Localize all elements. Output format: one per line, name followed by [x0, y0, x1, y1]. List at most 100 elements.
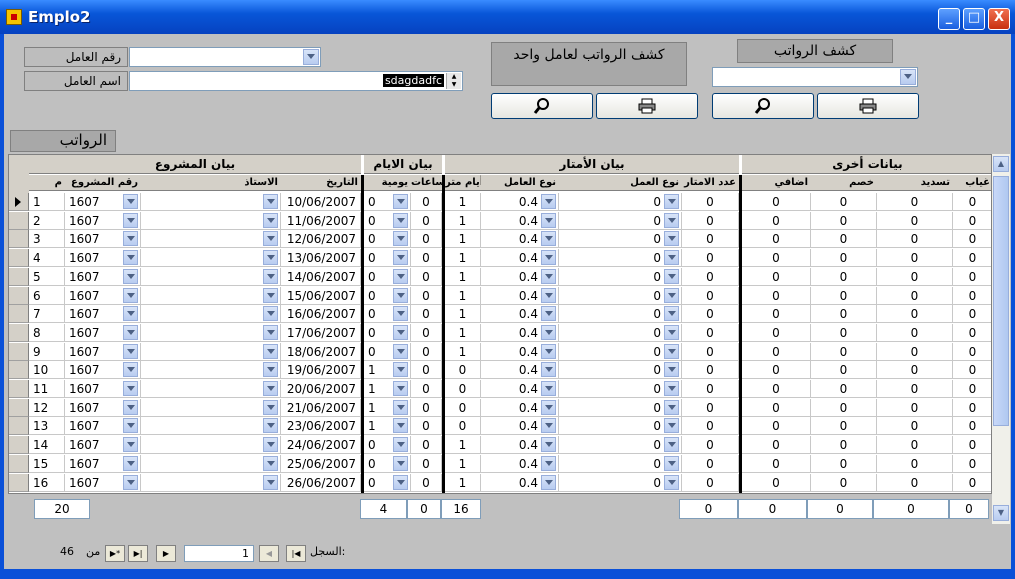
cell-absence[interactable]: 0 [953, 343, 991, 361]
chevron-down-icon[interactable] [123, 418, 138, 434]
cell-worker-type[interactable]: 0.4 [481, 211, 559, 230]
cell-date[interactable]: 21/06/2007 [281, 398, 361, 417]
chevron-down-icon[interactable] [263, 324, 278, 340]
cell-project-no[interactable]: 1607 [65, 342, 141, 361]
cell-absence[interactable]: 0 [953, 193, 991, 211]
cell-hours[interactable]: 0 [411, 286, 442, 305]
cell-num[interactable]: 13 [29, 417, 65, 436]
cell-payment[interactable]: 0 [877, 267, 953, 286]
next-record-icon[interactable]: ▶ [156, 545, 176, 562]
record-selector[interactable] [9, 436, 29, 455]
chevron-down-icon[interactable] [123, 362, 138, 378]
chevron-down-icon[interactable] [541, 381, 556, 396]
cell-hours[interactable]: 0 [411, 361, 442, 380]
cell-meter-days[interactable]: 0 [445, 380, 481, 398]
cell-work-type[interactable]: 0 [559, 380, 682, 398]
cell-meter-count[interactable]: 0 [682, 417, 739, 436]
vertical-scrollbar[interactable]: ▲ ▼ [992, 154, 1010, 524]
cell-date[interactable]: 11/06/2007 [281, 211, 361, 230]
cell-daily[interactable]: 0 [364, 473, 411, 492]
cell-worker-type[interactable]: 0.4 [481, 436, 559, 455]
cell-absence[interactable]: 0 [953, 230, 991, 249]
cell-hours[interactable]: 0 [411, 454, 442, 473]
cell-work-type[interactable]: 0 [559, 193, 682, 211]
chevron-down-icon[interactable] [263, 418, 278, 434]
cell-worker-type[interactable]: 0.4 [481, 417, 559, 436]
cell-meter-count[interactable]: 0 [682, 249, 739, 268]
cell-hours[interactable]: 0 [411, 211, 442, 230]
record-selector[interactable] [9, 342, 29, 361]
cell-payment[interactable]: 0 [877, 380, 953, 398]
chevron-down-icon[interactable] [541, 399, 556, 415]
cell-deduction[interactable]: 0 [811, 473, 877, 492]
chevron-down-icon[interactable] [541, 306, 556, 322]
cell-master[interactable] [141, 230, 281, 249]
chevron-down-icon[interactable] [123, 474, 138, 490]
chevron-down-icon[interactable] [123, 437, 138, 453]
cell-date[interactable]: 20/06/2007 [281, 380, 361, 398]
cell-extra[interactable]: 0 [742, 211, 811, 230]
cell-deduction[interactable]: 0 [811, 193, 877, 211]
cell-worker-type[interactable]: 0.4 [481, 267, 559, 286]
cell-meter-count[interactable]: 0 [682, 454, 739, 473]
cell-absence[interactable]: 0 [953, 268, 991, 286]
record-selector[interactable] [9, 305, 29, 324]
title-bar[interactable]: Emplo2 _ □ X [0, 0, 1015, 34]
chevron-down-icon[interactable] [393, 418, 408, 434]
record-selector[interactable] [9, 454, 29, 473]
cell-hours[interactable]: 0 [411, 323, 442, 342]
cell-num[interactable]: 14 [29, 436, 65, 455]
table-row[interactable]: 5 1607 14/06/2007 0 0 1 0.4 0 0 0 0 0 0 [9, 267, 991, 286]
cell-daily[interactable]: 0 [364, 454, 411, 473]
cell-meter-days[interactable]: 0 [445, 398, 481, 417]
chevron-down-icon[interactable] [664, 362, 679, 378]
table-row[interactable]: 12 1607 21/06/2007 1 0 0 0.4 0 0 0 0 0 0 [9, 398, 991, 417]
cell-meter-days[interactable]: 1 [445, 230, 481, 249]
chevron-down-icon[interactable] [303, 49, 319, 65]
cell-daily[interactable]: 0 [364, 342, 411, 361]
cell-extra[interactable]: 0 [742, 193, 811, 211]
cell-deduction[interactable]: 0 [811, 436, 877, 455]
payroll-report-print-button[interactable] [817, 93, 919, 119]
cell-deduction[interactable]: 0 [811, 454, 877, 473]
cell-deduction[interactable]: 0 [811, 380, 877, 398]
cell-meter-days[interactable]: 1 [445, 305, 481, 324]
table-row[interactable]: 13 1607 23/06/2007 1 0 0 0.4 0 0 0 0 0 0 [9, 417, 991, 436]
chevron-down-icon[interactable] [123, 250, 138, 266]
cell-payment[interactable]: 0 [877, 305, 953, 324]
cell-project-no[interactable]: 1607 [65, 305, 141, 324]
cell-meter-days[interactable]: 1 [445, 249, 481, 268]
cell-date[interactable]: 14/06/2007 [281, 267, 361, 286]
cell-num[interactable]: 15 [29, 454, 65, 473]
cell-worker-type[interactable]: 0.4 [481, 305, 559, 324]
cell-num[interactable]: 2 [29, 211, 65, 230]
cell-master[interactable] [141, 380, 281, 398]
cell-meter-days[interactable]: 1 [445, 211, 481, 230]
chevron-down-icon[interactable] [263, 343, 278, 359]
cell-project-no[interactable]: 1607 [65, 211, 141, 230]
cell-worker-type[interactable]: 0.4 [481, 342, 559, 361]
cell-daily[interactable]: 0 [364, 193, 411, 211]
scroll-thumb[interactable] [993, 176, 1009, 426]
chevron-down-icon[interactable] [541, 250, 556, 266]
cell-payment[interactable]: 0 [877, 473, 953, 492]
cell-meter-days[interactable]: 1 [445, 454, 481, 473]
chevron-down-icon[interactable] [664, 212, 679, 228]
cell-master[interactable] [141, 193, 281, 211]
cell-project-no[interactable]: 1607 [65, 323, 141, 342]
cell-deduction[interactable]: 0 [811, 323, 877, 342]
cell-num[interactable]: 7 [29, 305, 65, 324]
app-icon[interactable] [6, 9, 22, 25]
record-selector[interactable] [9, 473, 29, 492]
cell-daily[interactable]: 0 [364, 436, 411, 455]
chevron-down-icon[interactable] [393, 268, 408, 284]
chevron-down-icon[interactable] [263, 250, 278, 266]
cell-absence[interactable]: 0 [953, 474, 991, 492]
cell-daily[interactable]: 0 [364, 286, 411, 305]
cell-master[interactable] [141, 417, 281, 436]
cell-num[interactable]: 6 [29, 286, 65, 305]
cell-daily[interactable]: 0 [364, 267, 411, 286]
cell-extra[interactable]: 0 [742, 473, 811, 492]
cell-extra[interactable]: 0 [742, 267, 811, 286]
cell-hours[interactable]: 0 [411, 342, 442, 361]
